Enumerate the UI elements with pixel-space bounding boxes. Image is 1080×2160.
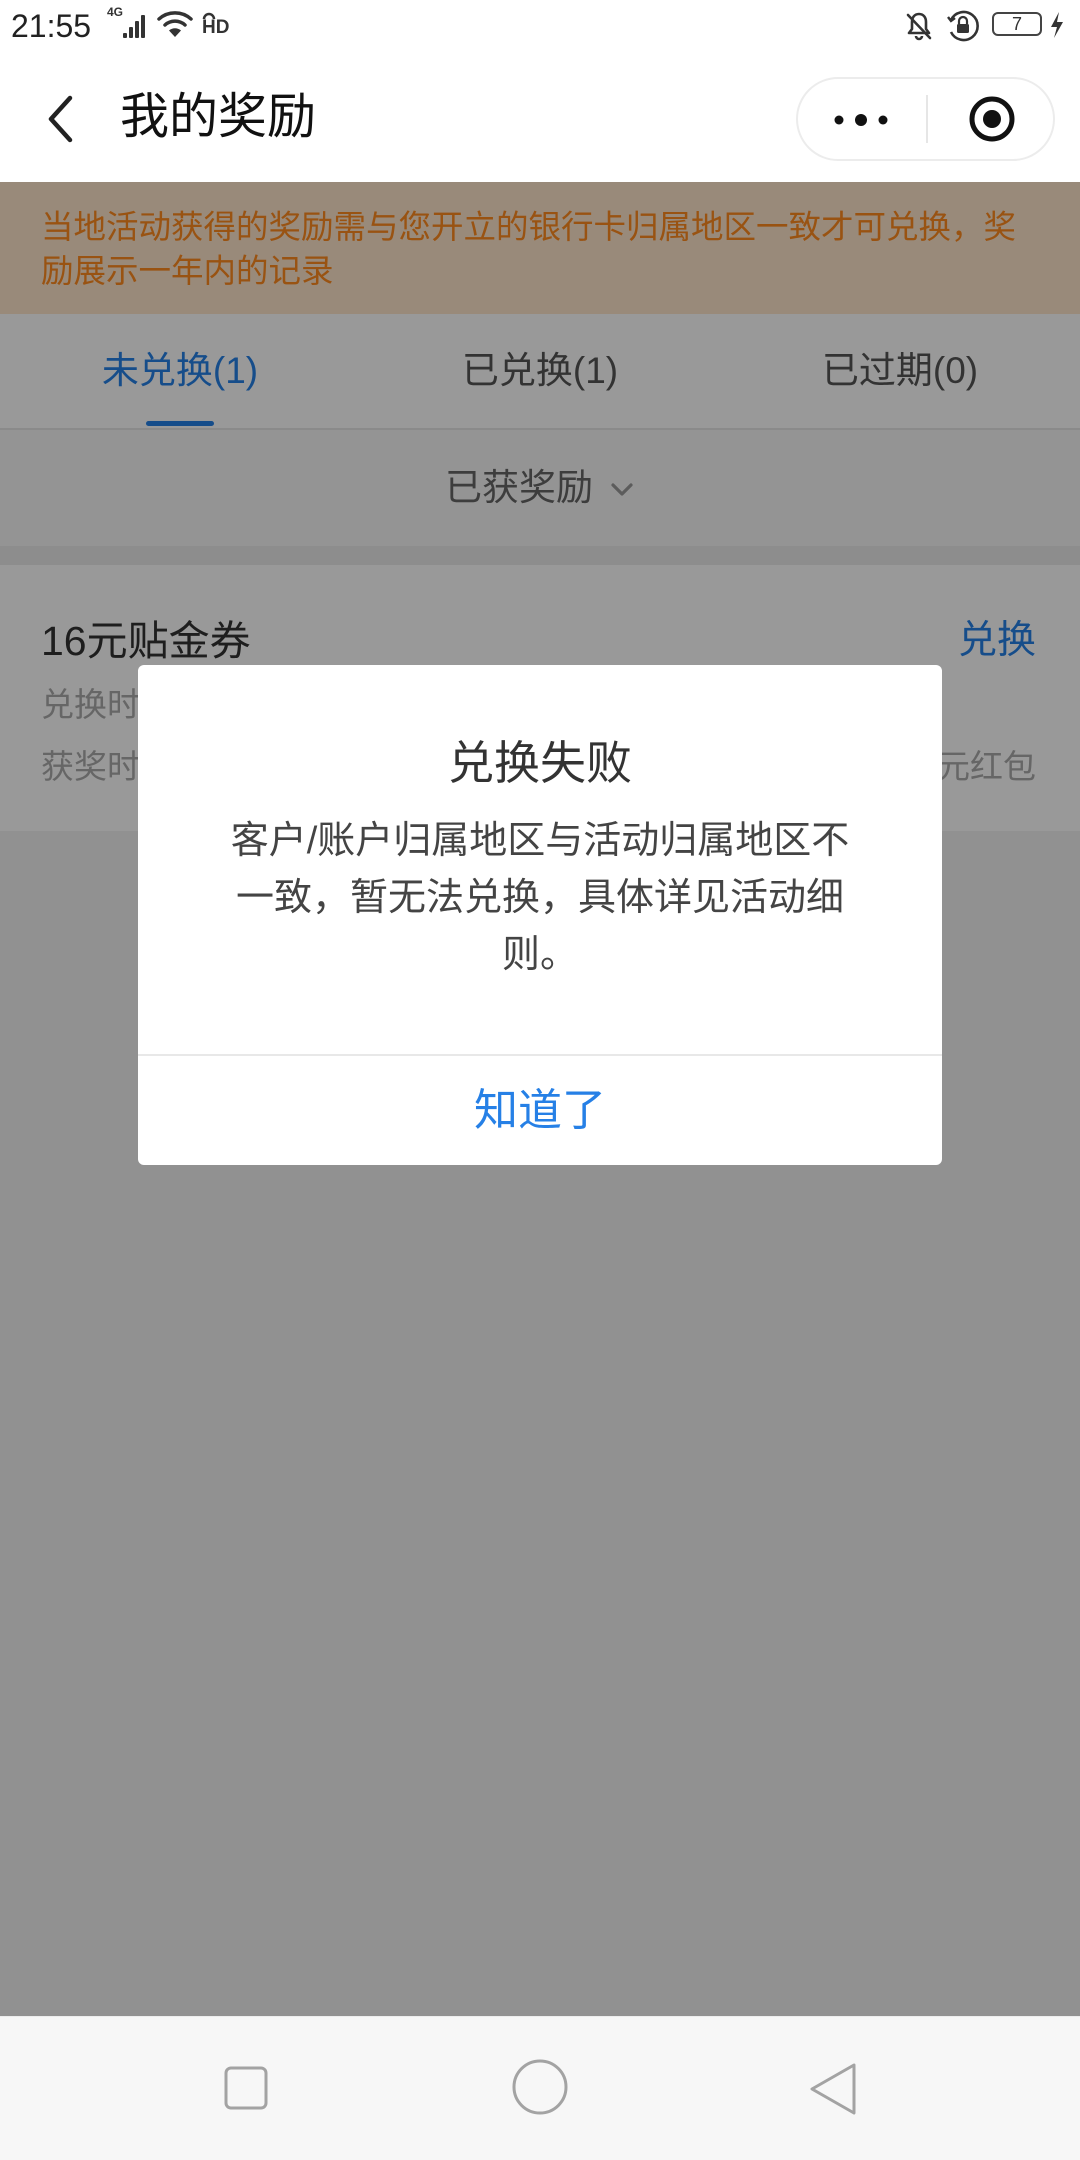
status-time: 21:55	[11, 8, 92, 44]
chevron-left-icon[interactable]	[44, 94, 78, 144]
wifi-icon	[157, 11, 193, 37]
system-navigation-bar	[0, 2016, 1080, 2160]
confirm-button[interactable]: 知道了	[138, 1056, 942, 1165]
page-title: 我的奖励	[120, 90, 317, 144]
hd-label: HD	[202, 17, 230, 38]
nav-bar: 我的奖励	[0, 52, 1080, 182]
capsule-divider	[926, 95, 928, 143]
hd-icon: HD	[200, 10, 236, 40]
battery-level: 7	[1011, 14, 1022, 34]
dialog-message: 客户/账户归属地区与活动归属地区不一致，暂无法兑换，具体详见活动细则。	[230, 820, 850, 976]
square-recent-icon[interactable]	[223, 2065, 269, 2111]
mini-program-capsule	[796, 77, 1055, 161]
target-icon[interactable]	[966, 93, 1018, 145]
redeem-failed-dialog: 兑换失败 客户/账户归属地区与活动归属地区不一致，暂无法兑换，具体详见活动细则。…	[138, 665, 942, 1165]
triangle-back-icon[interactable]	[806, 2061, 860, 2117]
signal-icon: 4G	[107, 6, 147, 42]
more-icon[interactable]	[830, 109, 892, 131]
bell-off-icon	[906, 12, 932, 41]
charging-icon	[1051, 12, 1063, 38]
network-type-label: 4G	[107, 5, 124, 19]
status-bar: 21:55 4G HD 7	[0, 0, 1080, 52]
battery-icon: 7	[992, 12, 1042, 36]
circle-home-icon[interactable]	[510, 2057, 570, 2117]
dialog-title: 兑换失败	[448, 737, 632, 789]
rotation-lock-icon	[947, 10, 979, 42]
